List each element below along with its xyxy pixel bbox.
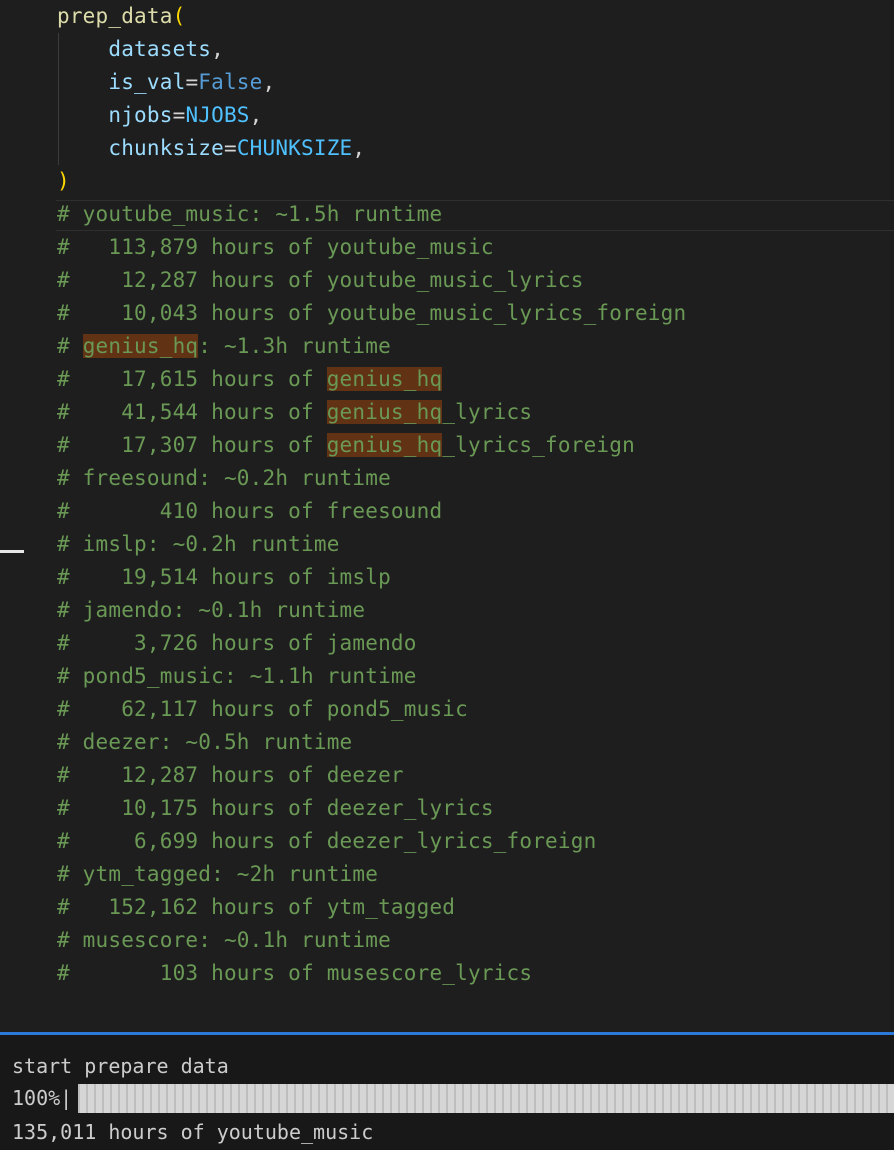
code-token: # freesound: ~0.2h runtime xyxy=(57,466,391,490)
code-line[interactable]: # imslp: ~0.2h runtime xyxy=(57,528,340,561)
code-line[interactable]: # 10,175 hours of deezer_lyrics xyxy=(57,792,494,825)
code-line[interactable]: # 6,699 hours of deezer_lyrics_foreign xyxy=(57,825,596,858)
code-token: # 113,879 hours of youtube_music xyxy=(57,235,494,259)
code-line[interactable]: # 3,726 hours of jamendo xyxy=(57,627,417,660)
code-token: # 17,307 hours of xyxy=(57,433,327,457)
code-token: # 12,287 hours of youtube_music_lyrics xyxy=(57,268,584,292)
code-token: NJOBS xyxy=(185,103,250,127)
code-line[interactable]: # 17,307 hours of genius_hq_lyrics_forei… xyxy=(57,429,635,462)
code-line[interactable]: # deezer: ~0.5h runtime xyxy=(57,726,352,759)
code-token: CHUNKSIZE xyxy=(236,136,353,160)
code-token: , xyxy=(211,37,224,61)
code-line[interactable]: # pond5_music: ~1.1h runtime xyxy=(57,660,417,693)
search-match-highlight: genius_hq xyxy=(82,334,199,358)
code-line[interactable]: # 113,879 hours of youtube_music xyxy=(57,231,494,264)
code-token: , xyxy=(262,70,276,94)
code-line[interactable]: # 19,514 hours of imslp xyxy=(57,561,391,594)
code-token: False xyxy=(198,70,263,94)
code-line[interactable]: # 41,544 hours of genius_hq_lyrics xyxy=(57,396,532,429)
code-line[interactable]: # jamendo: ~0.1h runtime xyxy=(57,594,365,627)
code-token: # 19,514 hours of imslp xyxy=(57,565,391,589)
code-token: # 152,162 hours of ytm_tagged xyxy=(57,895,456,919)
code-line[interactable]: # ytm_tagged: ~2h runtime xyxy=(57,858,378,891)
code-token: , xyxy=(352,136,366,160)
code-token: # 10,043 hours of youtube_music_lyrics_f… xyxy=(57,301,687,325)
code-token: # 12,287 hours of deezer xyxy=(57,763,404,787)
code-token: # youtube_music: ~1.5h runtime xyxy=(57,202,443,226)
code-line[interactable]: datasets, xyxy=(57,33,224,66)
code-token: # jamendo: ~0.1h runtime xyxy=(57,598,366,622)
code-token: # imslp: ~0.2h runtime xyxy=(57,532,340,556)
code-line[interactable]: # youtube_music: ~1.5h runtime xyxy=(57,198,442,231)
code-token: : ~1.3h runtime xyxy=(198,334,391,358)
code-token: , xyxy=(249,103,263,127)
code-token: = xyxy=(223,136,237,160)
code-token: datasets xyxy=(57,37,212,61)
code-token: # 6,699 hours of deezer_lyrics_foreign xyxy=(57,829,597,853)
code-line[interactable]: # genius_hq: ~1.3h runtime xyxy=(57,330,391,363)
code-line[interactable]: # 410 hours of freesound xyxy=(57,495,442,528)
code-line[interactable]: # 10,043 hours of youtube_music_lyrics_f… xyxy=(57,297,686,330)
text-cursor xyxy=(0,550,24,553)
terminal-line-start: start prepare data xyxy=(12,1054,229,1078)
progress-bar xyxy=(78,1084,894,1113)
code-line[interactable]: # musescore: ~0.1h runtime xyxy=(57,924,391,957)
search-match-highlight: genius_hq xyxy=(326,433,443,457)
code-token: # xyxy=(57,334,83,358)
code-token: ) xyxy=(57,169,70,193)
code-token: # 17,615 hours of xyxy=(57,367,327,391)
code-line[interactable]: # 62,117 hours of pond5_music xyxy=(57,693,468,726)
code-token: # musescore: ~0.1h runtime xyxy=(57,928,391,952)
code-line[interactable]: # 12,287 hours of youtube_music_lyrics xyxy=(57,264,584,297)
code-token: _lyrics xyxy=(442,400,533,424)
code-token: # 41,544 hours of xyxy=(57,400,327,424)
code-token: # 103 hours of musescore_lyrics xyxy=(57,961,533,985)
code-line[interactable]: ) xyxy=(57,165,70,198)
code-token: # deezer: ~0.5h runtime xyxy=(57,730,353,754)
code-line[interactable]: # 103 hours of musescore_lyrics xyxy=(57,957,532,990)
code-line[interactable]: # 152,162 hours of ytm_tagged xyxy=(57,891,455,924)
terminal-line-output: 135,011 hours of youtube_music xyxy=(12,1120,374,1144)
progress-label: 100%| xyxy=(12,1086,73,1110)
code-line[interactable]: # 12,287 hours of deezer xyxy=(57,759,404,792)
search-match-highlight: genius_hq xyxy=(326,367,443,391)
code-token: # pond5_music: ~1.1h runtime xyxy=(57,664,417,688)
progress-bar-fill xyxy=(78,1084,894,1113)
code-token: = xyxy=(172,103,186,127)
code-token: # 10,175 hours of deezer_lyrics xyxy=(57,796,494,820)
code-token: # 410 hours of freesound xyxy=(57,499,443,523)
code-line[interactable]: # 17,615 hours of genius_hq xyxy=(57,363,443,396)
code-line[interactable]: # freesound: ~0.2h runtime xyxy=(57,462,391,495)
code-token: _lyrics_foreign xyxy=(442,433,635,457)
code-token: is_val xyxy=(57,70,186,94)
code-line[interactable]: chunksize=CHUNKSIZE, xyxy=(57,132,365,165)
code-line[interactable]: is_val=False, xyxy=(57,66,275,99)
code-token: prep_data xyxy=(57,4,173,28)
code-token: # 62,117 hours of pond5_music xyxy=(57,697,468,721)
code-token: ( xyxy=(172,4,186,28)
search-match-highlight: genius_hq xyxy=(326,400,443,424)
code-editor[interactable]: prep_data( datasets, is_val=False, njobs… xyxy=(0,0,894,1032)
code-token: chunksize xyxy=(57,136,224,160)
code-line[interactable]: prep_data( xyxy=(57,0,185,33)
code-line[interactable]: njobs=NJOBS, xyxy=(57,99,263,132)
code-token: njobs xyxy=(57,103,173,127)
code-token: # ytm_tagged: ~2h runtime xyxy=(57,862,379,886)
code-token: = xyxy=(185,70,199,94)
code-token: # 3,726 hours of jamendo xyxy=(57,631,417,655)
